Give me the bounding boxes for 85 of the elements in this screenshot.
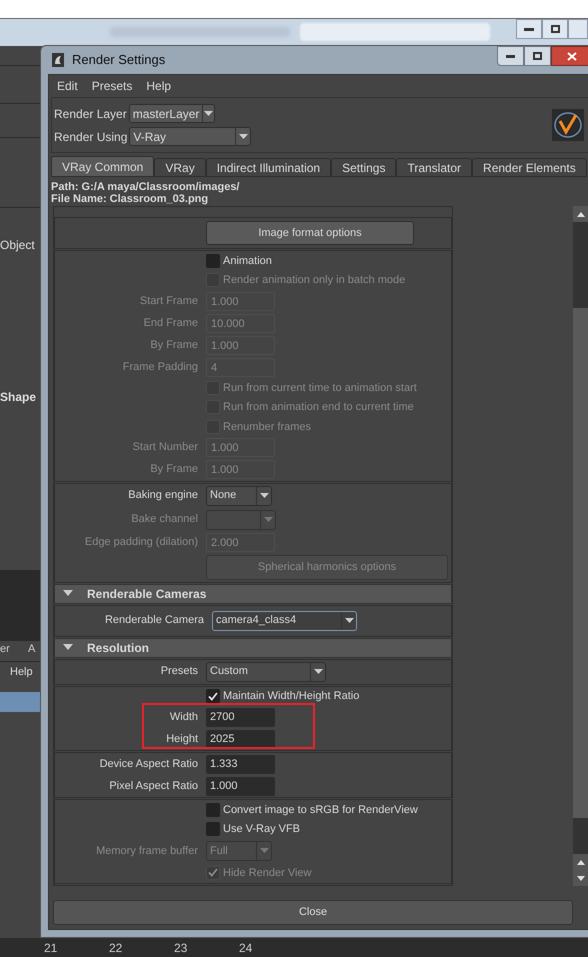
caret-icon xyxy=(238,134,248,140)
caret-icon xyxy=(260,492,268,498)
panel-label: Shape xyxy=(0,389,38,406)
tab[interactable]: VRay Common xyxy=(51,156,154,177)
field-label: Pixel Aspect Ratio xyxy=(108,778,198,794)
checkbox-label: Maintain Width/Height Ratio xyxy=(223,689,360,704)
checkbox-label: Hide Render View xyxy=(223,866,312,880)
scroll-down-icon[interactable] xyxy=(577,876,585,880)
menu-item[interactable]: Help xyxy=(10,666,33,678)
dropdown[interactable]: None xyxy=(206,486,272,506)
frame-number: 24 xyxy=(239,940,254,956)
field-label: By Frame xyxy=(149,462,198,478)
number-field[interactable]: 2700 xyxy=(206,708,275,726)
field-label: Device Aspect Ratio xyxy=(98,756,198,772)
dropdown[interactable]: camera4_class4 xyxy=(212,610,357,630)
caret-icon xyxy=(264,516,272,522)
field-label: Memory frame buffer xyxy=(95,844,198,859)
check-icon xyxy=(208,692,218,701)
field-label: End Frame xyxy=(142,316,198,331)
field-label: By Frame xyxy=(149,338,198,353)
checkbox-label: Run from animation end to current time xyxy=(223,400,414,415)
field-label: Height xyxy=(165,732,198,747)
field-label: Bake channel xyxy=(130,512,198,528)
logo-icon xyxy=(552,109,584,141)
number-field[interactable]: 1.333 xyxy=(206,754,275,774)
caret-icon xyxy=(260,848,268,854)
maximize-icon[interactable] xyxy=(542,19,568,39)
menu-item[interactable]: Edit xyxy=(57,77,78,95)
checkbox-label: Renumber frames xyxy=(223,420,312,434)
dropdown[interactable]: Custom xyxy=(206,662,326,682)
tab[interactable]: Translator xyxy=(396,158,472,177)
field-label: Baking engine xyxy=(127,488,198,504)
checkbox-label: Render animation only in batch mode xyxy=(223,273,406,288)
tab[interactable]: A xyxy=(18,641,36,661)
field-label: Edge padding (dilation) xyxy=(84,535,198,550)
file-name-text: File Name: Classroom_03.png xyxy=(51,193,210,205)
checkbox[interactable] xyxy=(206,254,220,268)
checkbox[interactable] xyxy=(206,802,220,817)
close-button[interactable]: Close xyxy=(53,900,573,925)
field-label: Renderable Camera xyxy=(104,613,204,628)
image-format-options-button[interactable]: Image format options xyxy=(206,221,414,245)
menu-item[interactable]: Presets xyxy=(92,77,132,95)
caret-icon xyxy=(344,618,354,624)
field-label: Frame Padding xyxy=(122,360,198,375)
window-title: Render Settings xyxy=(72,51,166,70)
section-header[interactable]: Renderable Cameras xyxy=(54,584,452,604)
caret-icon xyxy=(204,110,214,116)
section-header[interactable]: Resolution xyxy=(54,638,452,658)
field-label: Presets xyxy=(160,664,198,680)
field-label: Render Using xyxy=(54,128,128,146)
tab[interactable]: VRay xyxy=(154,158,206,177)
frame-number: 21 xyxy=(44,940,58,956)
scroll-up-icon[interactable] xyxy=(577,212,585,216)
field-label: Width xyxy=(168,710,198,725)
frame-number: 23 xyxy=(174,940,188,956)
app-icon xyxy=(52,53,64,67)
checkbox-label: Run from current time to animation start xyxy=(223,380,417,396)
panel-label: Object xyxy=(0,237,36,254)
dropdown[interactable]: masterLayer xyxy=(128,104,215,123)
checkbox-label: Use V-Ray VFB xyxy=(223,822,300,837)
number-field[interactable]: 2025 xyxy=(206,730,275,748)
checkbox-label: Convert image to sRGB for RenderView xyxy=(223,802,418,818)
check-icon xyxy=(208,868,218,878)
tab[interactable]: Indirect Illumination xyxy=(206,158,332,177)
checkbox[interactable] xyxy=(206,822,220,836)
path-text: Path: G:/A maya/Classroom/images/ xyxy=(51,181,240,193)
tab[interactable]: er xyxy=(0,641,18,661)
scroll-up-icon[interactable] xyxy=(577,860,585,864)
minimize-icon[interactable] xyxy=(516,19,542,39)
checkbox-label: Animation xyxy=(223,254,272,268)
frame-number: 22 xyxy=(109,940,124,956)
tab[interactable]: Render Elements xyxy=(472,158,587,177)
tab[interactable]: Settings xyxy=(331,158,396,177)
minimize-icon[interactable] xyxy=(497,46,524,66)
field-label: Render Layer xyxy=(54,106,127,122)
maximize-icon[interactable] xyxy=(524,46,551,66)
caret-icon xyxy=(314,668,322,674)
field-label: Start Frame xyxy=(138,294,198,309)
menu-item[interactable]: Help xyxy=(146,77,172,95)
dropdown[interactable]: V-Ray xyxy=(129,127,252,146)
scroll-thumb[interactable] xyxy=(573,308,588,818)
checkbox[interactable] xyxy=(206,689,220,704)
field-label: Start Number xyxy=(132,440,198,456)
number-field[interactable]: 1.000 xyxy=(206,776,275,796)
scrollbar[interactable] xyxy=(573,206,588,886)
